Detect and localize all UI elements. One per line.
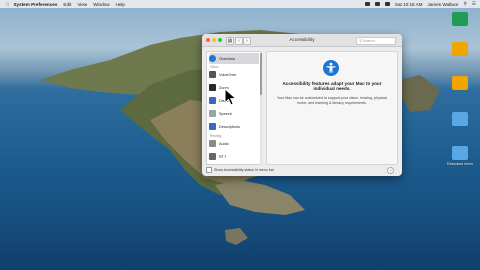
desktop-folder-icon[interactable] [452,146,468,160]
desktop-app-icon[interactable] [452,12,468,26]
sidebar-item-label: Overview [219,56,235,61]
sidebar-item-rtt[interactable]: RTT [209,151,259,162]
sidebar-item-label: RTT [219,154,227,159]
sidebar-item-voiceover[interactable]: VoiceOver [209,69,259,80]
help-button[interactable]: ? [387,167,394,174]
menu-view[interactable]: View [77,2,87,7]
sidebar-item-label: Descriptions [219,124,240,129]
apple-icon[interactable]:  [6,2,9,7]
audio-icon [209,140,216,147]
menu-window[interactable]: Window [93,2,109,7]
sidebar-item-label: VoiceOver [219,72,237,77]
sidebar: Overview Vision VoiceOver Zoom Display S… [206,51,262,165]
menu-help[interactable]: Help [116,2,125,7]
overview-description: Your Mac can be customized to support yo… [276,96,388,105]
search-icon: ⚲ [359,39,362,43]
menu-user[interactable]: James Wallace [428,2,459,7]
menu-app-name[interactable]: System Preferences [13,2,57,7]
zoom-icon [209,84,216,91]
menu-edit[interactable]: Edit [63,2,71,7]
search-icon[interactable]: ⚲ [464,1,467,7]
rtt-icon [209,153,216,160]
accessibility-icon [323,60,339,76]
sidebar-item-audio[interactable]: Audio [209,138,259,149]
menu-bar:  System Preferences Edit View Window He… [0,0,480,8]
scrollbar-thumb[interactable] [260,53,262,95]
overview-icon [209,55,216,62]
speech-icon [209,110,216,117]
desktop-document-icon[interactable] [452,76,468,90]
overview-pane: Accessibility features adapt your Mac to… [266,51,398,165]
sidebar-item-overview[interactable]: Overview [209,53,259,64]
status-icon[interactable] [364,2,370,6]
desktop-folder-icon[interactable] [452,112,468,126]
menu-extras: Sat 10:18 AM James Wallace ⚲ ☰ [360,0,476,8]
show-status-checkbox[interactable] [206,167,212,173]
control-center-icon[interactable]: ☰ [472,1,476,7]
search-placeholder: Search [362,39,375,43]
menu-clock[interactable]: Sat 10:18 AM [395,2,423,7]
window-footer: Show Accessibility status in menu bar ? [206,166,398,174]
descriptions-icon [209,123,216,130]
voiceover-icon [209,71,216,78]
display-icon [209,97,216,104]
desktop-document-icon[interactable] [452,42,468,56]
mouse-cursor-icon [224,88,238,106]
title-bar[interactable]: ▦ ‹ › Accessibility ⚲Search [202,34,402,47]
sidebar-item-label: Audio [219,141,229,146]
search-field[interactable]: ⚲Search [356,37,396,45]
wifi-icon[interactable] [374,2,380,6]
sidebar-item-speech[interactable]: Speech [209,108,259,119]
desktop-folder-label: Relocated Items [447,162,473,166]
battery-icon[interactable] [384,2,390,6]
sidebar-item-descriptions[interactable]: Descriptions [209,121,259,132]
overview-heading: Accessibility features adapt your Mac to… [282,81,382,92]
sidebar-item-label: Speech [219,111,232,116]
show-status-label[interactable]: Show Accessibility status in menu bar [214,168,274,172]
